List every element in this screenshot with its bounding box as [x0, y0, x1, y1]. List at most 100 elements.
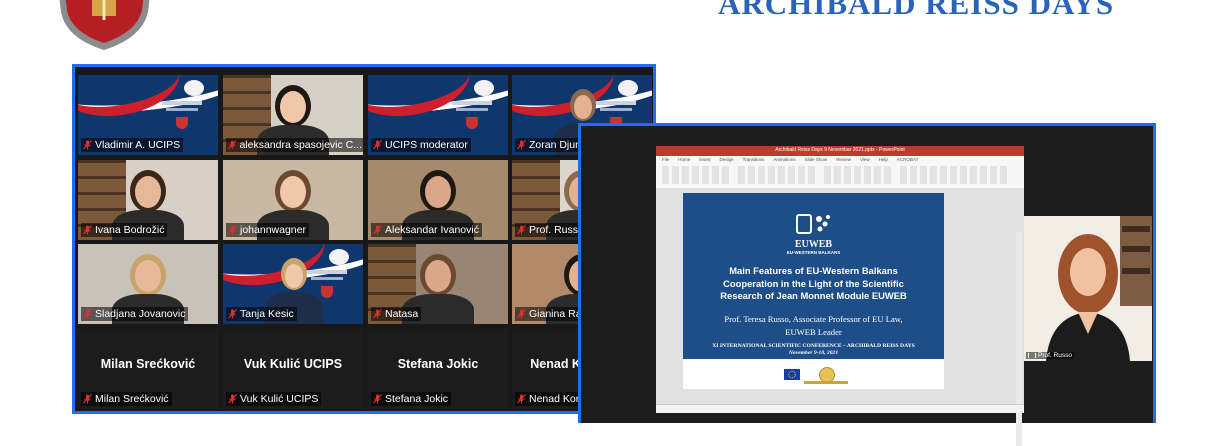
ribbon-group-drawing[interactable] — [900, 166, 1010, 184]
participant-tile[interactable]: aleksandra spasojevic C... — [223, 75, 363, 155]
participant-tile[interactable]: Tanja Kesic — [223, 244, 363, 324]
participant-name: Tanja Kesic — [240, 308, 294, 320]
participant-name: Prof. Russo — [529, 224, 584, 236]
powerpoint-window-title: Archibald Reiss Days 9 Novembar 2021.ppt… — [775, 147, 905, 153]
muted-mic-icon — [83, 309, 92, 319]
participant-name-tag: Aleksandar Ivanović — [371, 223, 482, 237]
participant-name-tag: Milan Srećković — [81, 392, 172, 406]
slide-title-line: Main Features of EU-Western Balkans — [729, 265, 898, 276]
muted-mic-icon — [228, 394, 237, 404]
current-slide: EUWEB EU-WESTERN BALKANS Main Features o… — [683, 193, 944, 389]
participant-display-name: Stefana Jokic — [397, 357, 479, 371]
participant-name: Natasa — [385, 308, 419, 320]
muted-mic-icon — [83, 140, 92, 150]
muted-mic-icon — [517, 140, 526, 150]
muted-mic-icon — [517, 394, 526, 404]
participant-name-tag: Prof. Russo — [515, 223, 587, 237]
participant-name-tag: Vladimir A. UCIPS — [81, 138, 184, 152]
participant-name: Milan Srećković — [95, 393, 169, 405]
participant-name: Vladimir A. UCIPS — [95, 139, 181, 151]
ribbon-tab[interactable]: ACROBAT — [897, 157, 918, 163]
slide-title-line: Research of Jean Monnet Module EUWEB — [720, 290, 907, 301]
participant-tile[interactable]: Milan Srećković Milan Srećković — [78, 329, 218, 409]
participant-tile[interactable]: Stefana Jokic Stefana Jokic — [368, 329, 508, 409]
ribbon-tab[interactable]: Insert — [699, 157, 710, 163]
participant-name-tag: Natasa — [371, 307, 422, 321]
participant-tile[interactable]: Aleksandar Ivanović — [368, 160, 508, 240]
ribbon-tab[interactable]: Home — [678, 157, 690, 163]
muted-mic-icon — [517, 309, 526, 319]
ribbon-tab[interactable]: File — [662, 157, 669, 163]
participant-name-tag: aleksandra spasojevic C... — [226, 138, 363, 152]
ribbon-group-font[interactable] — [738, 166, 818, 184]
participant-name-tag: UCIPS moderator — [371, 138, 471, 152]
participant-tile[interactable]: johannwagner — [223, 160, 363, 240]
slide-author-line: EUWEB Leader — [785, 326, 842, 337]
muted-mic-icon — [228, 225, 237, 235]
ribbon-tab[interactable]: View — [860, 157, 870, 163]
participant-tile[interactable]: Natasa — [368, 244, 508, 324]
seal-caption-strip — [804, 381, 848, 384]
signal-bars-icon — [1028, 353, 1036, 358]
slide-author: Prof. Teresa Russo, Associate Professor … — [693, 313, 934, 338]
participant-name-tag: Tanja Kesic — [226, 307, 297, 321]
academy-shield-logo — [59, 0, 150, 50]
participant-tile[interactable]: Vladimir A. UCIPS — [78, 75, 218, 155]
zoom-gallery-view: Vladimir A. UCIPS aleksandra spasojevic C… — [72, 64, 656, 414]
slide-canvas: EUWEB EU-WESTERN BALKANS Main Features o… — [656, 189, 1024, 446]
ribbon-group-clipboard[interactable] — [662, 166, 732, 184]
muted-mic-icon — [373, 225, 382, 235]
participant-display-name: Vuk Kulić UCIPS — [243, 357, 343, 371]
participant-name: Vuk Kulić UCIPS — [240, 393, 319, 405]
participant-name-tag: Stefana Jokic — [371, 392, 452, 406]
slide-author-line: Prof. Teresa Russo, Associate Professor … — [724, 314, 903, 324]
participant-name-tag: Ivana Bodrožić — [81, 223, 168, 237]
powerpoint-window: Archibald Reiss Days 9 Novembar 2021.ppt… — [656, 146, 1024, 446]
muted-mic-icon — [83, 225, 92, 235]
participant-name: Sladjana Jovanovic — [95, 308, 186, 320]
slide-title: Main Features of EU-Western Balkans Coop… — [693, 265, 934, 303]
presenter-name-tag: Prof. Russo — [1026, 352, 1074, 359]
muted-mic-icon — [83, 394, 92, 404]
participant-name: Ivana Bodrožić — [95, 224, 165, 236]
slide-date: November 9-10, 2021 — [788, 350, 839, 356]
muted-mic-icon — [373, 309, 382, 319]
participant-name: Aleksandar Ivanović — [385, 224, 479, 236]
ribbon-tabs: File Home Insert Design Transitions Animation… — [656, 157, 1030, 163]
eu-flag-icon — [784, 369, 800, 380]
participant-display-name: Milan Srećković — [100, 357, 196, 371]
muted-mic-icon — [228, 140, 237, 150]
participant-name: johannwagner — [240, 224, 306, 236]
ribbon-tab[interactable]: Animations — [773, 157, 795, 163]
conference-title: ARCHIBALD REISS DAYS — [718, 0, 1115, 21]
ribbon-tab[interactable]: Transitions — [743, 157, 765, 163]
participant-name-tag: Vuk Kulić UCIPS — [226, 392, 322, 406]
participant-name-tag: johannwagner — [226, 223, 309, 237]
powerpoint-title-bar: Archibald Reiss Days 9 Novembar 2021.ppt… — [656, 146, 1024, 156]
muted-mic-icon — [228, 309, 237, 319]
slide-blue-panel: EUWEB EU-WESTERN BALKANS Main Features o… — [683, 193, 944, 359]
participant-name: aleksandra spasojevic C... — [239, 139, 362, 151]
muted-mic-icon — [517, 225, 526, 235]
muted-mic-icon — [373, 394, 382, 404]
ribbon-tab[interactable]: Review — [836, 157, 851, 163]
ribbon-tab[interactable]: Help — [879, 157, 888, 163]
euweb-logo-subtitle: EU-WESTERN BALKANS — [786, 250, 841, 255]
participant-tile[interactable]: Ivana Bodrožić — [78, 160, 218, 240]
participant-tile[interactable]: UCIPS moderator — [368, 75, 508, 155]
euweb-logo-name: EUWEB — [794, 239, 833, 250]
presenter-video-image — [1024, 216, 1152, 361]
participant-name: Stefana Jokic — [385, 393, 449, 405]
participant-tile[interactable]: Sladjana Jovanovic — [78, 244, 218, 324]
ribbon-tab[interactable]: Slide Show — [805, 157, 828, 163]
powerpoint-status-bar — [656, 404, 1024, 413]
ribbon-group-paragraph[interactable] — [824, 166, 894, 184]
muted-mic-icon — [373, 140, 382, 150]
slide-scrollbar[interactable] — [1016, 232, 1022, 446]
participant-tile[interactable]: Vuk Kulić UCIPS Vuk Kulić UCIPS — [223, 329, 363, 409]
participant-name: UCIPS moderator — [385, 139, 468, 151]
slide-title-line: Cooperation in the Light of the Scientif… — [723, 277, 904, 289]
presenter-name: Prof. Russo — [1038, 352, 1072, 359]
ribbon-tab[interactable]: Design — [720, 157, 734, 163]
slide-conference: XI INTERNATIONAL SCIENTIFIC CONFERENCE –… — [712, 343, 915, 349]
